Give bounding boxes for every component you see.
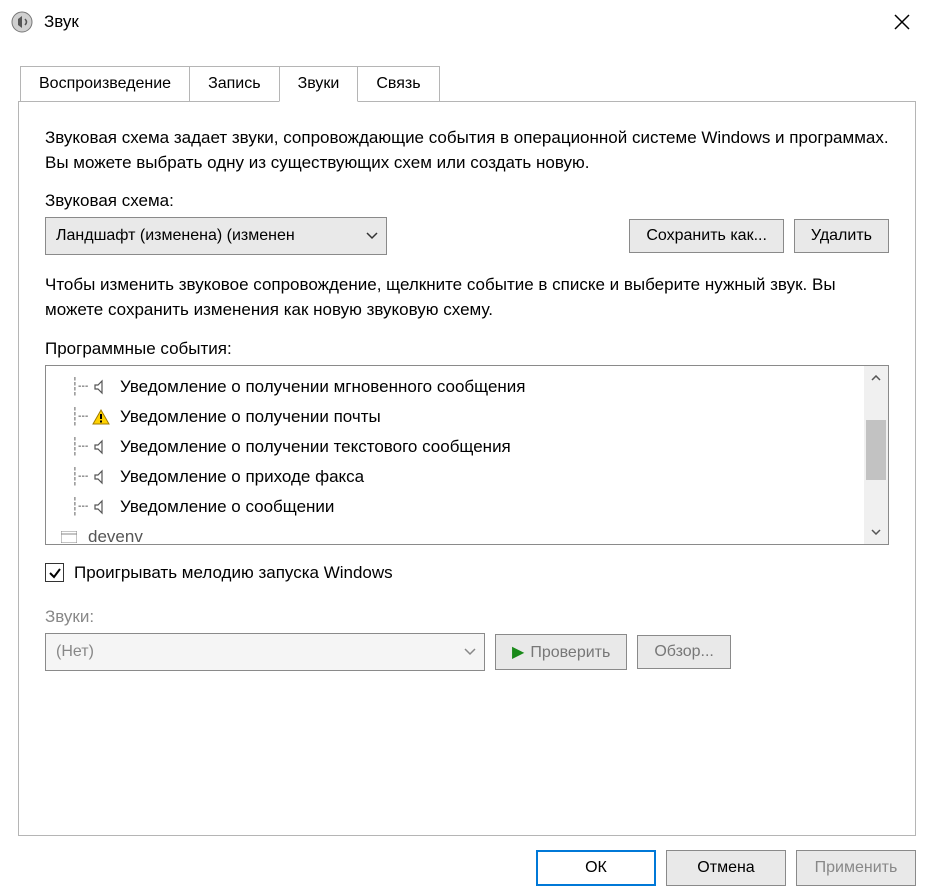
- scrollbar[interactable]: [864, 366, 888, 544]
- speaker-icon: [90, 379, 112, 395]
- scroll-up-button[interactable]: [864, 366, 888, 390]
- tab-sounds[interactable]: Звуки: [279, 66, 359, 102]
- chevron-down-icon: [464, 643, 476, 661]
- event-item[interactable]: ┊┄ Уведомление о приходе факса: [46, 462, 864, 492]
- cancel-button[interactable]: Отмена: [666, 850, 786, 886]
- scheme-combobox[interactable]: Ландшафт (изменена) (изменен: [45, 217, 387, 255]
- tab-communications[interactable]: Связь: [357, 66, 439, 102]
- events-label: Программные события:: [45, 339, 889, 359]
- scheme-description: Звуковая схема задает звуки, сопровождаю…: [45, 126, 889, 175]
- checkbox-label: Проигрывать мелодию запуска Windows: [74, 563, 393, 583]
- sounds-row: (Нет) ▶Проверить Обзор...: [45, 633, 889, 671]
- sound-dialog: Звук Воспроизведение Запись Звуки Связь …: [0, 0, 934, 886]
- tab-panel-sounds: Звуковая схема задает звуки, сопровождаю…: [18, 101, 916, 836]
- scroll-track[interactable]: [864, 390, 888, 520]
- apply-button[interactable]: Применить: [796, 850, 916, 886]
- tab-playback[interactable]: Воспроизведение: [20, 66, 190, 102]
- scroll-down-button[interactable]: [864, 520, 888, 544]
- event-item[interactable]: ┊┄ Уведомление о получении текстового со…: [46, 432, 864, 462]
- event-item[interactable]: ┊┄ Уведомление о получении мгновенного с…: [46, 372, 864, 402]
- speaker-icon: [90, 469, 112, 485]
- scheme-value: Ландшафт (изменена) (изменен: [56, 227, 360, 245]
- ok-button[interactable]: ОК: [536, 850, 656, 886]
- app-icon: [10, 10, 34, 34]
- titlebar: Звук: [0, 0, 934, 42]
- tab-strip: Воспроизведение Запись Звуки Связь: [0, 66, 934, 102]
- sounds-combobox[interactable]: (Нет): [45, 633, 485, 671]
- scroll-thumb[interactable]: [866, 420, 886, 480]
- scheme-label: Звуковая схема:: [45, 191, 889, 211]
- scheme-row: Ландшафт (изменена) (изменен Сохранить к…: [45, 217, 889, 255]
- sounds-value: (Нет): [56, 643, 458, 661]
- window-title: Звук: [44, 12, 880, 32]
- events-description: Чтобы изменить звуковое сопровождение, щ…: [45, 273, 889, 322]
- sounds-label: Звуки:: [45, 607, 889, 627]
- test-button[interactable]: ▶Проверить: [495, 634, 627, 670]
- events-listbox: ┊┄ Уведомление о получении мгновенного с…: [45, 365, 889, 545]
- browse-button[interactable]: Обзор...: [637, 635, 731, 669]
- startup-sound-checkbox[interactable]: Проигрывать мелодию запуска Windows: [45, 563, 889, 583]
- save-as-button[interactable]: Сохранить как...: [629, 219, 784, 253]
- play-icon: ▶: [512, 644, 524, 661]
- warning-icon: [90, 408, 112, 426]
- close-button[interactable]: [880, 4, 924, 40]
- dialog-footer: ОК Отмена Применить: [0, 836, 934, 886]
- chevron-down-icon: [366, 227, 378, 245]
- event-group[interactable]: devenv: [46, 522, 864, 544]
- delete-button[interactable]: Удалить: [794, 219, 889, 253]
- speaker-icon: [90, 439, 112, 455]
- events-list[interactable]: ┊┄ Уведомление о получении мгновенного с…: [46, 366, 864, 544]
- tab-recording[interactable]: Запись: [189, 66, 280, 102]
- event-item[interactable]: ┊┄ Уведомление о сообщении: [46, 492, 864, 522]
- checkbox-icon: [45, 563, 64, 582]
- app-group-icon: [58, 531, 80, 543]
- speaker-icon: [90, 499, 112, 515]
- event-item[interactable]: ┊┄ Уведомление о получении почты: [46, 402, 864, 432]
